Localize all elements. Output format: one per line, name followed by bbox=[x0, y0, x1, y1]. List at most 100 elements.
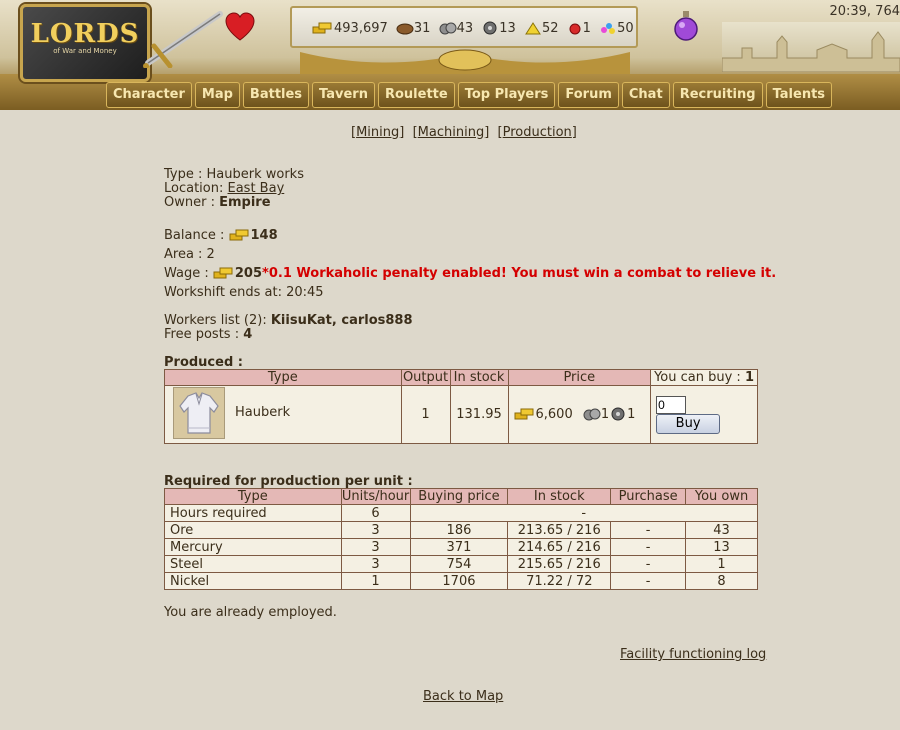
hauberk-item-image[interactable] bbox=[173, 386, 225, 439]
wage-label: Wage : bbox=[164, 266, 213, 281]
game-logo[interactable]: LORDS of War and Money bbox=[20, 4, 150, 82]
wood-amount: 31 bbox=[413, 21, 431, 36]
workers-label: Workers list (2): bbox=[164, 313, 271, 328]
you-own: 13 bbox=[685, 538, 758, 556]
facility-subnav: [Mining] [Machining] [Production] bbox=[351, 125, 577, 140]
units-per-hour: 1 bbox=[340, 572, 411, 590]
location-link[interactable]: East Bay bbox=[228, 181, 285, 196]
resource-type: Nickel bbox=[164, 572, 342, 590]
purchase: - bbox=[610, 521, 687, 539]
facility-log-link[interactable]: Facility functioning log bbox=[620, 647, 766, 662]
balance-value: 148 bbox=[250, 228, 278, 243]
gold-icon bbox=[514, 408, 533, 420]
produced-heading: Produced : bbox=[164, 355, 243, 370]
back-to-map-link[interactable]: Back to Map bbox=[423, 689, 503, 704]
facility-wage: Wage : 205*0.1 Workaholic penalty enable… bbox=[164, 266, 776, 281]
nav-roulette[interactable]: Roulette bbox=[377, 82, 455, 108]
price-ore: 1 bbox=[600, 407, 610, 422]
nav-talents[interactable]: Talents bbox=[765, 82, 833, 108]
required-heading: Required for production per unit : bbox=[164, 474, 413, 489]
buy-button[interactable]: Buy bbox=[656, 413, 721, 434]
nav-recruiting[interactable]: Recruiting bbox=[672, 82, 763, 108]
logo-title: LORDS bbox=[30, 19, 140, 49]
wage-value: 205 bbox=[234, 266, 263, 281]
health-heart-icon[interactable] bbox=[224, 12, 256, 42]
mercury-icon bbox=[483, 21, 497, 35]
facility-owner: Owner : Empire bbox=[164, 195, 271, 210]
purchase: - bbox=[610, 555, 687, 573]
wage-penalty-warning: *0.1 Workaholic penalty enabled! You mus… bbox=[262, 266, 777, 281]
units-per-hour: 3 bbox=[340, 555, 411, 573]
nav-chat[interactable]: Chat bbox=[621, 82, 670, 108]
table-row: Steel 3 754 215.65 / 216 - 1 bbox=[164, 555, 758, 573]
workshift-end: Workshift ends at: 20:45 bbox=[164, 285, 324, 300]
ore-icon bbox=[583, 408, 601, 421]
produced-in-stock: 131.95 bbox=[449, 385, 509, 444]
hours-required-row: Hours required 6 - bbox=[164, 504, 759, 522]
buying-price: 1706 bbox=[409, 572, 509, 590]
balance-label: Balance : bbox=[164, 228, 229, 243]
you-own: 43 bbox=[685, 521, 758, 539]
produced-item-name: Hauberk bbox=[235, 405, 291, 420]
main-navigation: Character Map Battles Tavern Roulette To… bbox=[106, 82, 833, 108]
buy-cell: Buy bbox=[650, 385, 758, 444]
hours-required-value: 6 bbox=[340, 504, 411, 522]
produced-col-price: Price bbox=[507, 369, 652, 386]
hours-required-label: Hours required bbox=[164, 504, 342, 522]
produced-col-can-buy: You can buy : 1 bbox=[650, 369, 758, 386]
buying-price: 371 bbox=[409, 538, 509, 556]
free-posts-label: Free posts : bbox=[164, 327, 244, 342]
mercury-icon bbox=[611, 407, 625, 421]
workers-value: KiisuKat, carlos888 bbox=[270, 313, 413, 328]
gems-amount: 50 bbox=[617, 21, 634, 36]
facility-location: Location: East Bay bbox=[164, 181, 284, 196]
nav-top-players[interactable]: Top Players bbox=[457, 82, 556, 108]
nav-battles[interactable]: Battles bbox=[242, 82, 310, 108]
required-col-type: Type bbox=[164, 488, 342, 505]
can-buy-label: You can buy : bbox=[654, 370, 745, 385]
hours-required-dash: - bbox=[409, 504, 759, 522]
units-per-hour: 3 bbox=[340, 538, 411, 556]
required-col-buying-price: Buying price bbox=[409, 488, 509, 505]
required-col-purchase: Purchase bbox=[610, 488, 687, 505]
header-ornament bbox=[300, 49, 630, 74]
produced-col-stock: In stock bbox=[449, 369, 509, 386]
nav-character[interactable]: Character bbox=[106, 82, 192, 108]
buy-quantity-input[interactable] bbox=[656, 395, 687, 414]
subnav-machining[interactable]: Machining bbox=[418, 125, 485, 140]
gems-icon bbox=[601, 23, 616, 34]
ore-amount: 43 bbox=[456, 21, 474, 36]
purchase: - bbox=[610, 538, 687, 556]
gold-amount: 493,697 bbox=[334, 21, 388, 36]
server-clock: 20:39, 764 bbox=[829, 4, 900, 19]
produced-table: Type Output In stock Price You can buy :… bbox=[164, 369, 758, 444]
produced-col-output: Output bbox=[400, 369, 451, 386]
units-per-hour: 3 bbox=[340, 521, 411, 539]
required-col-you-own: You own bbox=[685, 488, 758, 505]
subnav-mining[interactable]: Mining bbox=[356, 125, 399, 140]
resource-type: Ore bbox=[164, 521, 342, 539]
produced-item-row: Hauberk 1 131.95 6,600 1 1 Buy bbox=[164, 385, 758, 444]
nav-forum[interactable]: Forum bbox=[558, 82, 619, 108]
gold-icon bbox=[213, 267, 233, 279]
subnav-production[interactable]: Production bbox=[503, 125, 572, 140]
crystal-amount: 1 bbox=[582, 21, 591, 36]
resource-type: Steel bbox=[164, 555, 342, 573]
nav-tavern[interactable]: Tavern bbox=[312, 82, 375, 108]
potion-icon[interactable] bbox=[672, 10, 700, 42]
required-header-row: Type Units/hour Buying price In stock Pu… bbox=[164, 488, 758, 505]
buying-price: 754 bbox=[409, 555, 509, 573]
type-value: Hauberk works bbox=[206, 167, 304, 182]
owner-label: Owner : bbox=[164, 195, 220, 210]
buying-price: 186 bbox=[409, 521, 509, 539]
workers-list: Workers list (2): KiisuKat, carlos888 bbox=[164, 313, 413, 328]
sulfur-icon bbox=[525, 22, 541, 35]
nav-map[interactable]: Map bbox=[194, 82, 240, 108]
location-label: Location: bbox=[164, 181, 228, 196]
wood-icon bbox=[396, 23, 414, 35]
owner-value: Empire bbox=[219, 195, 271, 210]
you-own: 1 bbox=[685, 555, 758, 573]
free-posts-value: 4 bbox=[243, 327, 253, 342]
price-gold: 6,600 bbox=[535, 407, 573, 422]
in-stock: 214.65 / 216 bbox=[507, 538, 612, 556]
